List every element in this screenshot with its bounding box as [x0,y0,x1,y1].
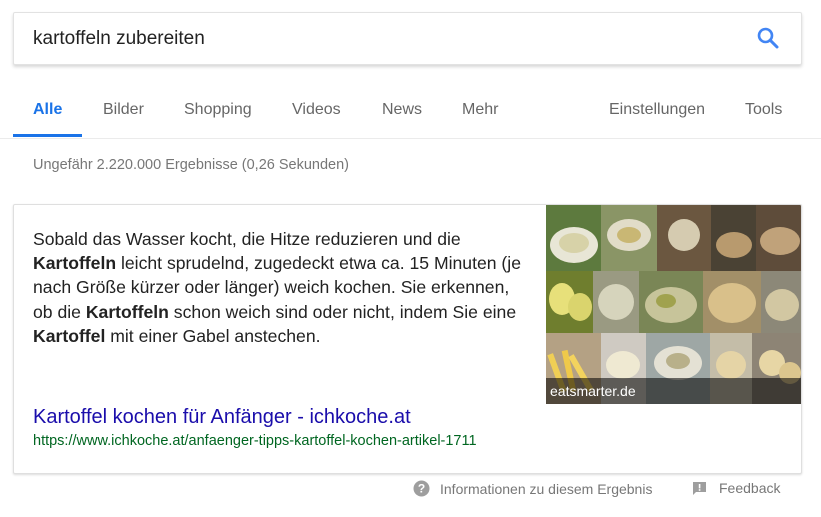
image-source-caption: eatsmarter.de [546,378,801,404]
tab-einstellungen[interactable]: Einstellungen [609,101,705,119]
search-input[interactable] [33,25,733,53]
active-tab-indicator [13,134,82,137]
snippet-text-part: schon weich sind oder nicht, indem Sie e… [168,301,517,322]
result-stats: Ungefähr 2.220.000 Ergebnisse (0,26 Seku… [33,157,349,173]
snippet-highlight: Kartoffeln [33,253,117,274]
feedback-icon [692,481,707,496]
tab-bilder[interactable]: Bilder [103,101,144,119]
search-tabs: Alle Bilder Shopping Videos News Mehr Ei… [0,86,821,138]
tab-mehr[interactable]: Mehr [462,101,498,119]
info-about-result-link[interactable]: ? Informationen zu diesem Ergebnis [413,480,652,497]
tab-videos[interactable]: Videos [292,101,341,119]
help-icon: ? [413,480,430,497]
search-button[interactable] [753,25,783,55]
food-collage-image [546,205,801,404]
snippet-text-part: mit einer Gabel anstechen. [105,325,321,346]
result-title-link[interactable]: Kartoffel kochen für Anfänger - ichkoche… [33,406,411,429]
feedback-label: Feedback [719,480,781,496]
tab-tools[interactable]: Tools [745,101,782,119]
snippet-image[interactable]: eatsmarter.de [546,205,801,404]
tab-alle[interactable]: Alle [33,101,62,119]
search-box [13,12,802,65]
tab-shopping[interactable]: Shopping [184,101,252,119]
result-url[interactable]: https://www.ichkoche.at/anfaenger-tipps-… [33,433,477,449]
tab-news[interactable]: News [382,101,422,119]
tabs-divider [0,138,821,139]
info-about-result-label: Informationen zu diesem Ergebnis [440,480,653,497]
snippet-highlight: Kartoffeln [85,301,169,322]
featured-snippet-card: Sobald das Wasser kocht, die Hitze reduz… [13,204,802,474]
search-icon [756,26,780,55]
svg-text:?: ? [418,482,425,496]
feedback-link[interactable]: Feedback [692,480,780,496]
snippet-text: Sobald das Wasser kocht, die Hitze reduz… [33,227,528,348]
snippet-text-part: Sobald das Wasser kocht, die Hitze reduz… [33,229,461,249]
snippet-highlight: Kartoffel [33,325,106,346]
